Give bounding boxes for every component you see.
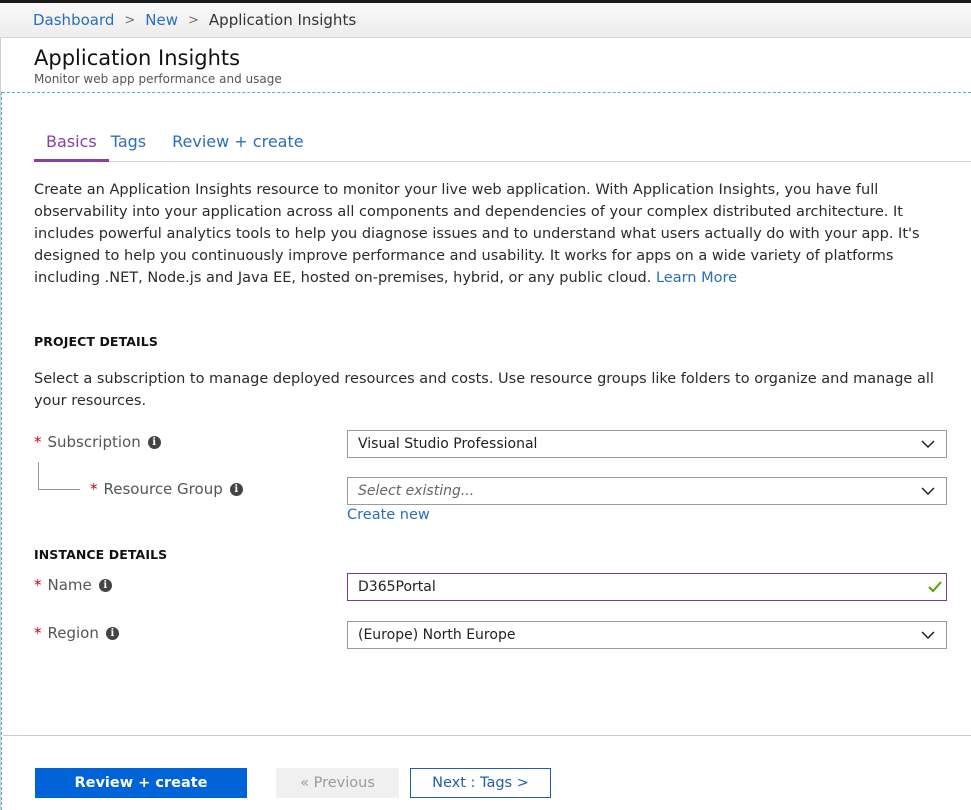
focus-outline-left bbox=[1, 92, 2, 810]
chevron-down-icon bbox=[921, 631, 935, 640]
breadcrumb-current: Application Insights bbox=[208, 11, 357, 29]
subscription-dropdown[interactable]: Visual Studio Professional bbox=[347, 430, 947, 458]
name-value: D365Portal bbox=[358, 579, 436, 595]
required-marker: * bbox=[90, 480, 98, 498]
subscription-label: * Subscription i bbox=[34, 433, 161, 451]
name-label-text: Name bbox=[47, 576, 92, 594]
footer-divider bbox=[3, 735, 971, 736]
region-dropdown[interactable]: (Europe) North Europe bbox=[347, 621, 947, 649]
info-icon[interactable]: i bbox=[147, 435, 161, 449]
info-icon[interactable]: i bbox=[229, 482, 243, 496]
project-details-description: Select a subscription to manage deployed… bbox=[34, 371, 934, 409]
region-value: (Europe) North Europe bbox=[358, 627, 516, 643]
chevron-down-icon bbox=[921, 440, 935, 449]
instance-details-heading: INSTANCE DETAILS bbox=[34, 547, 168, 562]
resource-group-placeholder: Select existing... bbox=[358, 483, 475, 499]
required-marker: * bbox=[34, 576, 42, 594]
name-label: * Name i bbox=[34, 576, 112, 594]
subscription-label-text: Subscription bbox=[47, 433, 141, 451]
page-subtitle: Monitor web app performance and usage bbox=[34, 72, 282, 86]
learn-more-link[interactable]: Learn More bbox=[656, 270, 737, 286]
name-input[interactable]: D365Portal bbox=[347, 573, 947, 601]
resource-group-label: * Resource Group i bbox=[90, 480, 243, 498]
breadcrumb-new[interactable]: New bbox=[145, 11, 178, 29]
intro-text: Create an Application Insights resource … bbox=[34, 182, 920, 286]
tab-tags[interactable]: Tags bbox=[111, 128, 146, 161]
info-icon[interactable]: i bbox=[98, 578, 112, 592]
tab-basics[interactable]: Basics bbox=[34, 128, 109, 162]
breadcrumb-dashboard[interactable]: Dashboard bbox=[33, 11, 114, 29]
region-label: * Region i bbox=[34, 624, 119, 642]
breadcrumb-separator: > bbox=[124, 12, 136, 28]
breadcrumb-separator: > bbox=[188, 12, 199, 28]
project-details-heading: PROJECT DETAILS bbox=[34, 334, 158, 349]
tab-bar: Basics Tags Review + create bbox=[34, 128, 971, 162]
page-title: Application Insights bbox=[34, 46, 241, 70]
next-tags-button[interactable]: Next : Tags > bbox=[410, 768, 551, 798]
checkmark-valid-icon bbox=[928, 581, 942, 593]
resource-group-dropdown[interactable]: Select existing... bbox=[347, 477, 947, 505]
review-create-button[interactable]: Review + create bbox=[35, 768, 247, 798]
intro-description: Create an Application Insights resource … bbox=[34, 179, 934, 289]
create-new-link[interactable]: Create new bbox=[347, 507, 430, 523]
resource-group-label-text: Resource Group bbox=[103, 480, 223, 498]
required-marker: * bbox=[34, 624, 42, 642]
chevron-down-icon bbox=[921, 487, 935, 496]
focus-outline-top bbox=[2, 92, 971, 93]
previous-button[interactable]: « Previous bbox=[276, 768, 399, 798]
region-label-text: Region bbox=[47, 624, 99, 642]
breadcrumb: Dashboard > New > Application Insights bbox=[0, 3, 971, 38]
info-icon[interactable]: i bbox=[105, 626, 119, 640]
tree-connector-vertical bbox=[38, 462, 39, 490]
tree-connector-horizontal bbox=[38, 489, 80, 490]
subscription-value: Visual Studio Professional bbox=[358, 436, 538, 452]
blade-header: Application Insights Monitor web app per… bbox=[34, 44, 282, 86]
required-marker: * bbox=[34, 433, 42, 451]
tab-review-create[interactable]: Review + create bbox=[172, 128, 303, 161]
